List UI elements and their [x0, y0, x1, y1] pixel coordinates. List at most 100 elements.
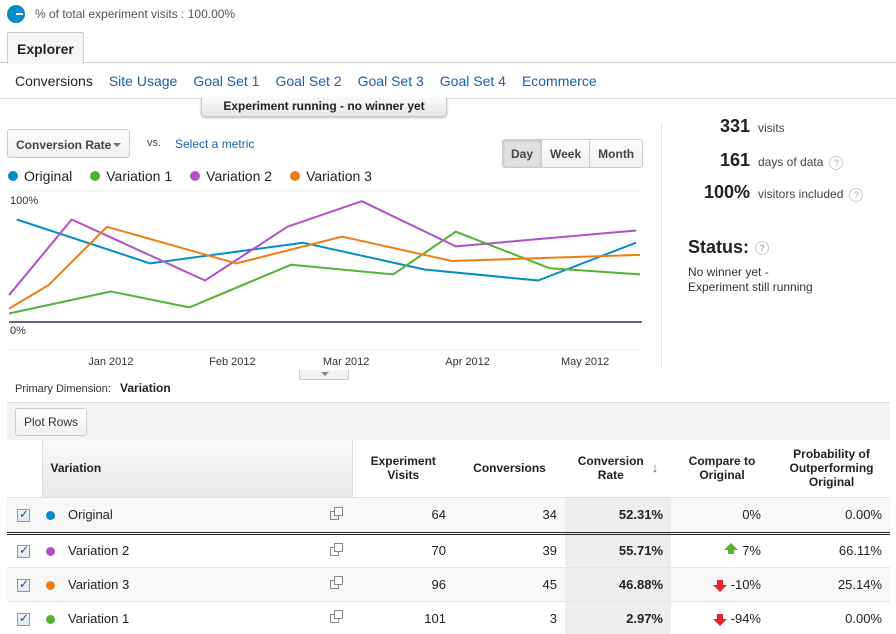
- legend-label: Original: [24, 168, 73, 184]
- period-day-button[interactable]: Day: [503, 140, 542, 167]
- segment-text: % of total experiment visits : 100.00%: [35, 7, 236, 21]
- open-external-icon[interactable]: [330, 506, 343, 520]
- variation-cell: Variation 3: [42, 567, 352, 602]
- variation-name: Variation 3: [68, 576, 130, 592]
- series-line-original[interactable]: [16, 218, 637, 282]
- header-text: Probability of: [793, 447, 870, 462]
- header-text: Compare to: [688, 454, 756, 469]
- tab-explorer[interactable]: Explorer: [7, 32, 84, 64]
- series-layer: [8, 200, 641, 315]
- select-metric-link[interactable]: Select a metric: [175, 137, 254, 151]
- header-compare-to-original[interactable]: Compare to Original: [671, 440, 773, 498]
- header-text: Rate: [597, 468, 624, 483]
- legend-label: Variation 2: [206, 168, 273, 184]
- probability-cell: 66.11%: [773, 533, 890, 568]
- subnav-ecommerce[interactable]: Ecommerce: [522, 73, 597, 89]
- plot-rows-button[interactable]: Plot Rows: [15, 408, 88, 436]
- compare-value: -94%: [730, 610, 761, 626]
- variation-cell: Original: [42, 497, 352, 535]
- chart-collapse-handle[interactable]: [299, 370, 349, 380]
- header-select: [7, 440, 42, 498]
- primary-dimension-label: Primary Dimension:: [15, 383, 111, 395]
- probability-cell: 0.00%: [773, 497, 890, 535]
- legend-item-variation-1[interactable]: Variation 1: [90, 168, 172, 184]
- conversions-cell: 34: [454, 497, 565, 535]
- vs-label: vs.: [147, 137, 162, 149]
- legend-dot-icon: [190, 171, 201, 181]
- subnav-goal-set-1[interactable]: Goal Set 1: [193, 73, 259, 89]
- legend-item-original[interactable]: Original: [8, 168, 72, 184]
- table-row: Variation 2 70 39 55.71% 7% 66.11%: [7, 533, 890, 568]
- compare-value: -10%: [730, 576, 761, 592]
- stat-visitors-label: visitors included: [758, 187, 844, 201]
- compare-value: 0%: [742, 507, 761, 522]
- period-month-button[interactable]: Month: [589, 140, 643, 167]
- header-probability[interactable]: Probability of Outperforming Original: [773, 440, 890, 498]
- probability-cell: 25.14%: [773, 567, 890, 602]
- compare-cell: 7%: [671, 533, 773, 568]
- help-icon[interactable]: ?: [829, 155, 844, 170]
- y-tick-label-min: 0%: [10, 325, 26, 337]
- metric-dropdown[interactable]: Conversion Rate: [7, 129, 130, 158]
- period-week-button[interactable]: Week: [541, 140, 590, 167]
- legend-dot-icon: [290, 171, 301, 181]
- header-conversions[interactable]: Conversions: [454, 440, 565, 498]
- rate-cell: 46.88%: [565, 567, 671, 602]
- header-text: Original: [699, 468, 745, 483]
- row-checkbox[interactable]: [17, 543, 30, 559]
- subnav-goal-set-2[interactable]: Goal Set 2: [275, 73, 341, 89]
- stat-visits-value: 331: [719, 116, 750, 136]
- series-dot-icon: [46, 614, 55, 624]
- stat-days-label: days of data: [758, 155, 824, 169]
- x-tick-layer: Jan 2012 Feb 2012 Mar 2012 Apr 2012 May 2012: [88, 356, 609, 368]
- compare-value: 7%: [742, 543, 761, 558]
- help-icon[interactable]: ?: [755, 241, 770, 256]
- header-experiment-visits[interactable]: Experiment Visits: [352, 440, 454, 498]
- visits-cell: 101: [352, 601, 454, 634]
- header-variation[interactable]: Variation: [41, 440, 353, 498]
- visits-cell: 96: [352, 567, 454, 602]
- segment-indicator[interactable]: % of total experiment visits : 100.00%: [7, 5, 235, 23]
- status-line-2: Experiment still running: [688, 280, 813, 294]
- legend-label: Variation 3: [306, 168, 372, 184]
- compare-cell: 0%: [671, 497, 773, 535]
- legend-item-variation-2[interactable]: Variation 2: [190, 168, 272, 184]
- legend-dot-icon: [90, 171, 101, 181]
- visits-cell: 64: [352, 497, 454, 535]
- stat-visitors: 100% visitors included?: [672, 181, 896, 205]
- status-heading: Status:?: [688, 237, 770, 258]
- header-text: Experiment: [370, 454, 436, 469]
- header-text: Original: [808, 475, 855, 490]
- stat-visitors-value: 100%: [703, 182, 750, 202]
- open-external-icon[interactable]: [330, 575, 343, 589]
- primary-dimension-value[interactable]: Variation: [120, 381, 171, 395]
- legend-item-variation-3[interactable]: Variation 3: [290, 168, 372, 184]
- row-checkbox[interactable]: [17, 577, 30, 592]
- row-select-cell: [7, 567, 42, 602]
- report-tabs: Explorer: [0, 32, 896, 64]
- experiment-status-banner: Experiment running - no winner yet: [201, 98, 447, 117]
- help-icon[interactable]: ?: [849, 187, 864, 202]
- header-text: Visits: [387, 468, 420, 483]
- status-line-1: No winner yet -: [688, 265, 769, 279]
- rate-cell: 52.31%: [565, 497, 671, 535]
- header-text: Conversion: [577, 454, 644, 469]
- subnav-conversions[interactable]: Conversions: [15, 73, 93, 89]
- subnav-site-usage[interactable]: Site Usage: [109, 73, 177, 89]
- row-checkbox[interactable]: [17, 507, 30, 523]
- compare-cell: -94%: [671, 601, 773, 634]
- row-checkbox[interactable]: [17, 611, 30, 626]
- sort-descending-icon: ↓: [651, 460, 659, 476]
- chevron-down-icon: [113, 143, 121, 147]
- series-line-variation-1[interactable]: [8, 230, 641, 315]
- trend-down-icon: [712, 579, 727, 592]
- x-tick-label: Jan 2012: [88, 356, 133, 368]
- variations-table: Variation Experiment Visits Conversions C…: [7, 440, 890, 634]
- table-row: Variation 1 101 3 2.97% -94% 0.00%: [7, 601, 890, 634]
- header-conversion-rate[interactable]: Conversion Rate ↓: [565, 440, 671, 498]
- subnav-goal-set-3[interactable]: Goal Set 3: [358, 73, 424, 89]
- subnav-goal-set-4[interactable]: Goal Set 4: [440, 73, 506, 89]
- x-tick-label: May 2012: [561, 356, 609, 368]
- open-external-icon[interactable]: [330, 542, 343, 556]
- open-external-icon[interactable]: [330, 609, 343, 623]
